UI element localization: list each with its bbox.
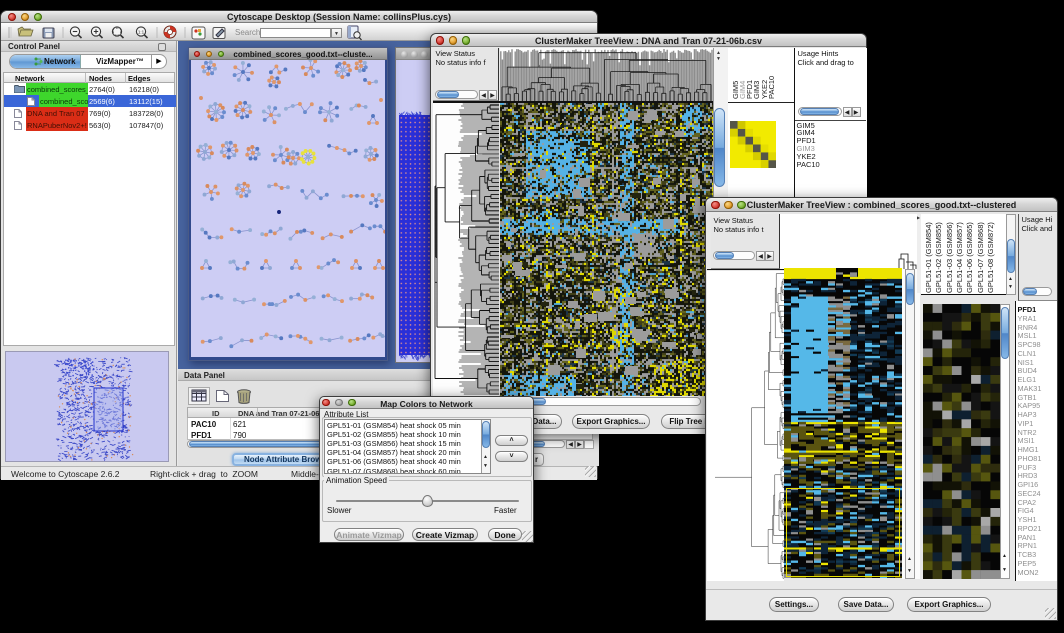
svg-text:Search:: Search: [235, 28, 263, 37]
svg-text:1:1: 1:1 [138, 30, 145, 35]
